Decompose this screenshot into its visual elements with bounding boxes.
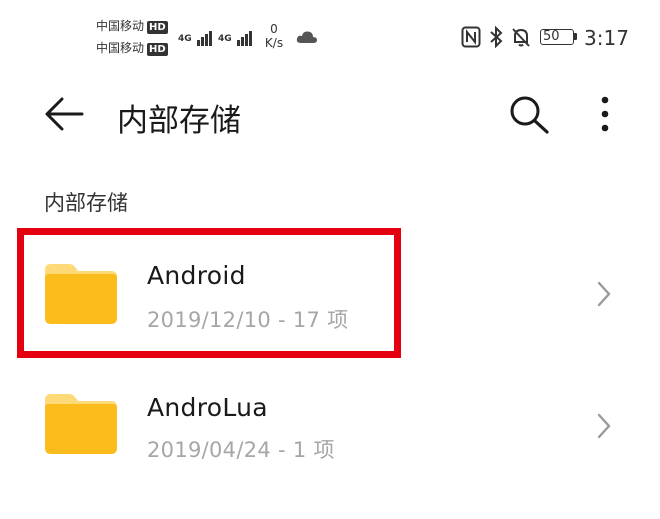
speed-value: 0: [270, 22, 278, 36]
search-icon[interactable]: [508, 94, 552, 136]
file-name: Android: [147, 261, 246, 290]
mute-bell-icon: [512, 28, 530, 47]
battery-indicator: 50: [540, 29, 574, 45]
file-name: AndroLua: [147, 393, 268, 422]
breadcrumb[interactable]: 内部存储: [44, 187, 128, 217]
status-bar: 中国移动 HD 中国移动 HD 4G 4G 0 K/s 50 3:17: [0, 0, 660, 70]
page-title: 内部存储: [117, 103, 241, 139]
carrier-name-1: 中国移动: [96, 19, 145, 33]
signal-bars-icon: [236, 27, 253, 46]
network-type-1: 4G: [178, 34, 192, 44]
battery-tip: [574, 33, 577, 40]
signal-bars-icon: [196, 27, 213, 46]
battery-level: 50: [543, 29, 560, 44]
file-list: Android 2019/12/10 - 17 项 AndroLua 2019/…: [0, 228, 660, 519]
status-time: 3:17: [584, 26, 629, 50]
list-item-android[interactable]: Android 2019/12/10 - 17 项: [0, 228, 660, 358]
bluetooth-icon: [490, 26, 503, 48]
back-arrow-icon[interactable]: [44, 96, 84, 132]
folder-icon: [45, 264, 117, 324]
nfc-icon: [461, 26, 481, 48]
file-meta: 2019/12/10 - 17 项: [147, 308, 349, 332]
speed-unit: K/s: [264, 36, 284, 50]
file-meta: 2019/04/24 - 1 项: [147, 438, 335, 462]
network-speed: 0 K/s: [258, 22, 290, 50]
hd-badge-1: HD: [147, 21, 168, 34]
signal-indicator-2: 4G: [218, 26, 253, 46]
list-item-androlua[interactable]: AndroLua 2019/04/24 - 1 项: [0, 362, 660, 492]
signal-indicator-1: 4G: [178, 26, 213, 46]
chevron-right-icon: [597, 413, 611, 439]
cloud-icon: [296, 31, 317, 43]
more-options-icon[interactable]: [598, 95, 612, 135]
chevron-right-icon: [597, 281, 611, 307]
carrier-name-2: 中国移动: [96, 41, 145, 55]
hd-badge-2: HD: [147, 43, 168, 56]
carrier-info: 中国移动 HD 中国移动 HD: [96, 19, 168, 56]
network-type-2: 4G: [218, 34, 232, 44]
folder-icon: [45, 394, 117, 454]
